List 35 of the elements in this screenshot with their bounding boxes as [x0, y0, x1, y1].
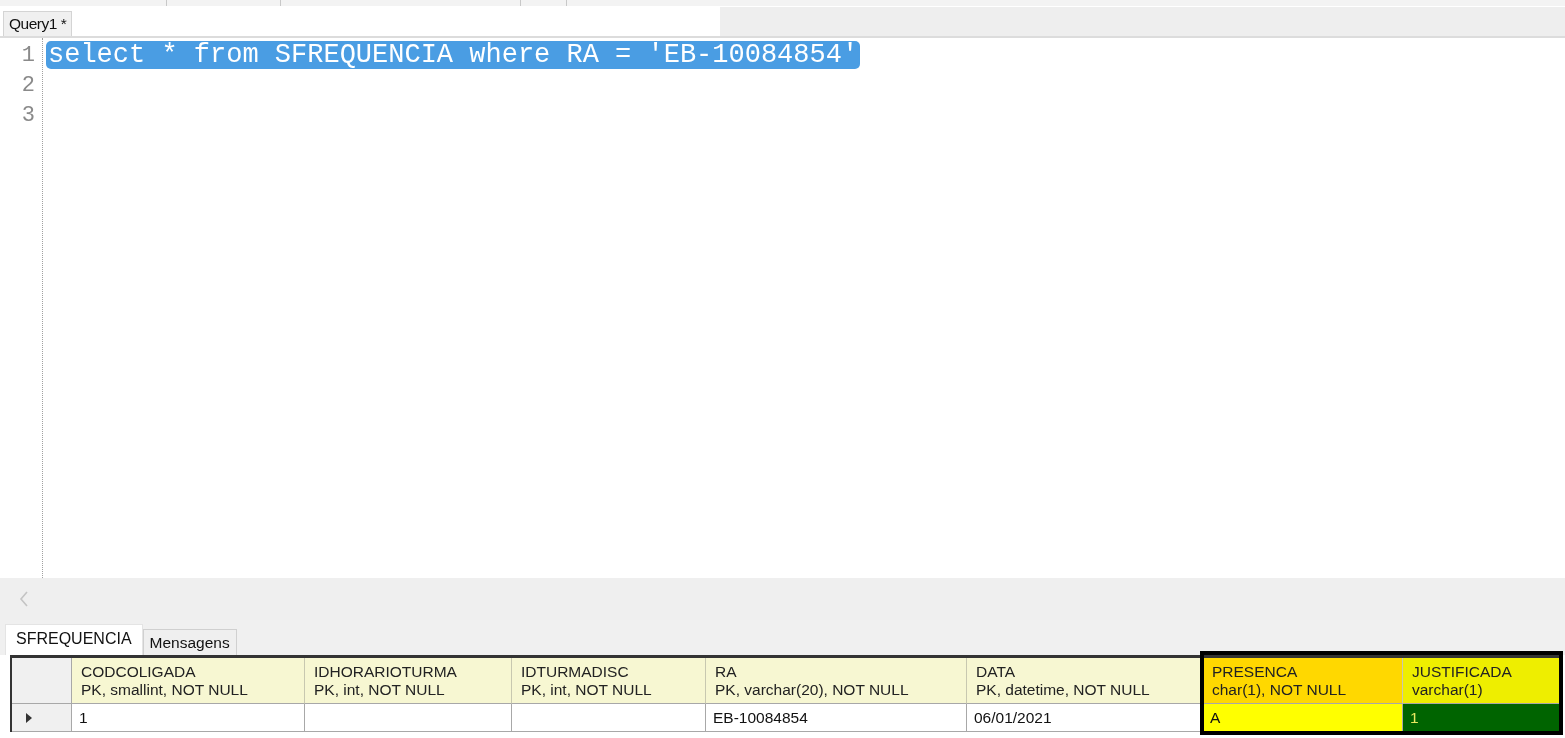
table-cell: EB-10084854 — [706, 704, 967, 732]
column-name: IDTURMADISC — [521, 663, 629, 681]
column-header[interactable]: PRESENCA char(1), NOT NULL — [1203, 658, 1403, 704]
table-cell: 06/01/2021 — [967, 704, 1203, 732]
column-name: PRESENCA — [1212, 663, 1298, 681]
column-type: PK, varchar(20), NOT NULL — [715, 681, 909, 699]
column-type: PK, datetime, NOT NULL — [976, 681, 1150, 699]
column-header[interactable]: JUSTIFICADA varchar(1) — [1403, 658, 1560, 704]
column-type: char(1), NOT NULL — [1212, 681, 1347, 699]
table-cell: 1 — [72, 704, 305, 732]
result-tab[interactable]: SFREQUENCIA — [5, 624, 143, 655]
column-type: PK, int, NOT NULL — [521, 681, 652, 699]
column-header[interactable]: DATA PK, datetime, NOT NULL — [967, 658, 1203, 704]
column-header[interactable]: CODCOLIGADA PK, smallint, NOT NULL — [72, 658, 305, 704]
result-tab[interactable]: Mensagens — [142, 629, 237, 655]
row-header[interactable] — [12, 704, 72, 732]
column-name: DATA — [976, 663, 1016, 681]
scroll-left-icon[interactable] — [19, 591, 29, 607]
column-name: IDHORARIOTURMA — [314, 663, 457, 681]
table-cell: 1 — [1403, 704, 1560, 732]
column-name: CODCOLIGADA — [81, 663, 196, 681]
column-type: PK, int, NOT NULL — [314, 681, 445, 699]
corner-cell — [12, 658, 72, 704]
line-number: 1 — [20, 42, 36, 70]
line-number: 2 — [20, 72, 36, 100]
query-tab[interactable]: Query1 * — [3, 11, 73, 36]
column-header[interactable]: RA PK, varchar(20), NOT NULL — [706, 658, 967, 704]
column-header[interactable]: IDHORARIOTURMA PK, int, NOT NULL — [305, 658, 512, 704]
column-type: PK, smallint, NOT NULL — [81, 681, 248, 699]
column-type: varchar(1) — [1412, 681, 1483, 699]
column-header[interactable]: IDTURMADISC PK, int, NOT NULL — [512, 658, 706, 704]
line-number: 3 — [20, 102, 36, 130]
column-name: RA — [715, 663, 737, 681]
column-name: JUSTIFICADA — [1412, 663, 1512, 681]
table-cell: A — [1203, 704, 1403, 732]
